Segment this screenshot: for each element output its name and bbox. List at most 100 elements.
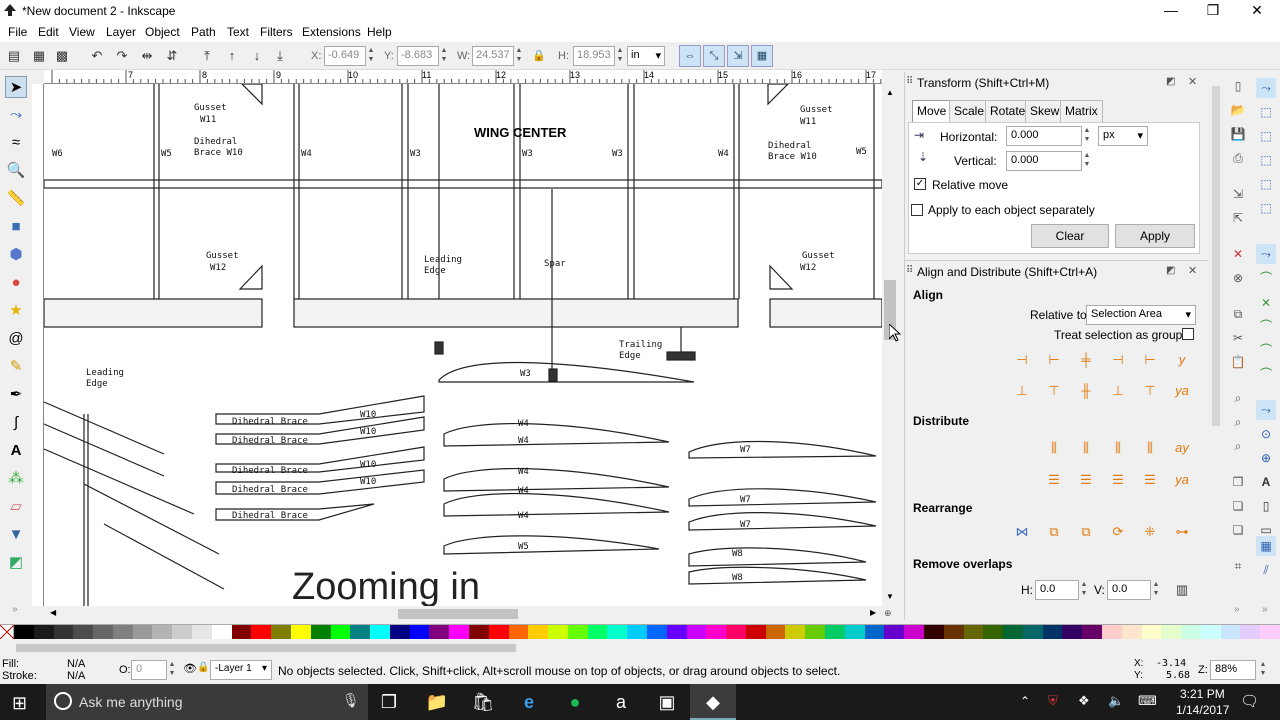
menu-path[interactable]: Path [191,25,216,39]
horizontal-spin[interactable]: ▲ ▼ [1082,126,1092,146]
color-swatch[interactable] [330,625,351,639]
3d-box-tool-icon[interactable]: ⬢ [5,244,27,266]
minimize-button[interactable]: — [1148,0,1194,22]
menu-filters[interactable]: Filters [260,25,293,39]
duplicate-icon[interactable]: ❐ [1228,472,1248,492]
snap-cusp-icon[interactable]: ⌒ [1256,316,1276,336]
color-swatch[interactable] [745,625,766,639]
y-field[interactable]: -8.683 [397,46,439,66]
color-swatch[interactable] [528,625,549,639]
scroll-up-icon[interactable]: ▲ [886,88,894,97]
exchange-clockwise-icon[interactable]: ⟳ [1106,520,1130,544]
edge-browser-icon[interactable]: e [506,684,552,720]
vertical-spin[interactable]: ▲ ▼ [1082,151,1092,171]
align-top-edge-icon[interactable]: ⊤ [1138,379,1162,403]
color-swatch[interactable] [1121,625,1142,639]
color-swatch[interactable] [508,625,529,639]
zoom-drawing-icon[interactable]: ⌕ [1228,412,1248,432]
rotate-cw-icon[interactable]: ↷ [113,47,131,65]
snap-bbox-corner-icon[interactable]: ⬚ [1256,150,1276,170]
y-spin[interactable]: ▲ ▼ [439,46,449,66]
color-swatch[interactable] [389,625,410,639]
color-swatch[interactable] [587,625,608,639]
color-swatch[interactable] [33,625,54,639]
snap-midpoint-icon[interactable]: ⌒ [1256,364,1276,384]
distribute-baseline-h-icon[interactable]: ay [1170,436,1194,460]
align-left-icon[interactable]: ⊢ [1042,348,1066,372]
raise-icon[interactable]: ↑ [223,47,241,65]
snap-others-icon[interactable]: ⤳ [1256,400,1276,420]
snap-guide-icon[interactable]: ⫽ [1256,560,1276,580]
snap-intersections-icon[interactable]: ⨯ [1256,292,1276,312]
volume-mute-icon[interactable]: 🔈 [1108,693,1124,709]
color-swatch[interactable] [172,625,193,639]
snap-nodes-icon[interactable]: ⤳ [1256,244,1276,264]
color-swatch[interactable] [1220,625,1241,639]
clock-time[interactable]: 3:21 PM [1180,687,1225,701]
layer-visibility-icon[interactable]: 👁 [183,662,197,675]
color-swatch[interactable] [805,625,826,639]
rotate-ccw-icon[interactable]: ↶ [88,47,106,65]
opacity-spin[interactable]: ▲ ▼ [167,660,177,680]
scroll-down-icon[interactable]: ▼ [886,592,894,601]
star-tool-icon[interactable]: ★ [5,300,27,322]
microphone-icon[interactable]: 🎙 [342,692,360,709]
layer-select[interactable]: -Layer 1 ▾ [210,660,272,680]
snap-bbox-icon[interactable]: ⬚ [1256,102,1276,122]
spotify-icon[interactable]: ● [552,684,598,720]
dock-scrollbar[interactable] [1212,86,1220,426]
apply-each-checkbox[interactable] [911,204,923,216]
move-unit-select[interactable]: px ▾ [1098,126,1148,146]
clock-date[interactable]: 1/14/2017 [1176,703,1229,717]
vertical-input[interactable]: 0.000 [1006,151,1082,171]
task-view-icon[interactable]: ❐ [366,684,412,720]
palette-scroll-thumb[interactable] [16,644,516,652]
select-all-icon[interactable]: ▤ [5,47,23,65]
color-swatch[interactable] [1062,625,1083,639]
tab-matrix[interactable]: Matrix [1060,100,1103,122]
lock-icon[interactable]: 🔒 [530,47,548,65]
unclump-icon[interactable]: ⊶ [1170,520,1194,544]
color-swatch[interactable] [1042,625,1063,639]
distribute-bottom-icon[interactable]: ☰ [1106,468,1130,492]
color-swatch[interactable] [132,625,153,639]
move-patterns-icon[interactable]: ▦ [751,45,773,67]
eraser-tool-icon[interactable]: ▱ [5,496,27,518]
color-swatch[interactable] [983,625,1004,639]
h-field[interactable]: 18.953 [573,46,615,66]
snap-centers-icon[interactable]: ⊙ [1256,424,1276,444]
color-swatch[interactable] [231,625,252,639]
color-swatch[interactable] [884,625,905,639]
rectangle-tool-icon[interactable]: ■ [5,216,27,238]
panel-iconify-icon[interactable]: ◩ [1166,265,1175,276]
snap-bbox-midpoint-icon[interactable]: ⬚ [1256,174,1276,194]
color-swatch[interactable] [370,625,390,639]
color-swatch[interactable] [686,625,707,639]
scale-corners-icon[interactable]: ⤡ [703,45,725,67]
remote-desktop-icon[interactable]: ▣ [644,684,690,720]
snap-paths-icon[interactable]: ⌒ [1256,268,1276,288]
maximize-button[interactable]: ❐ [1190,0,1236,22]
tab-rotate[interactable]: Rotate [985,100,1031,122]
distribute-right-icon[interactable]: ⫼ [1106,436,1130,460]
color-swatch[interactable] [943,625,964,639]
distribute-center-h-icon[interactable]: ⫼ [1074,436,1098,460]
cortana-search-box[interactable]: Ask me anything 🎙 [46,684,368,720]
pen-tool-icon[interactable]: ✒ [5,384,27,406]
windows-start-icon[interactable]: ⊞ [12,693,27,714]
keyboard-icon[interactable]: ⌨ [1138,693,1157,709]
exchange-positions-icon[interactable]: ⧉ [1042,520,1066,544]
color-swatch[interactable] [844,625,865,639]
bucket-tool-icon[interactable]: ▼ [5,524,27,546]
color-swatch[interactable] [1161,625,1182,639]
scale-stroke-icon[interactable]: ⇔ [679,45,701,67]
color-swatch[interactable] [706,625,727,639]
menu-edit[interactable]: Edit [38,25,59,39]
scroll-left-icon[interactable]: ◀ [50,608,56,617]
node-tool-icon[interactable]: ⤳ [5,104,27,126]
color-swatch[interactable] [53,625,74,639]
color-swatch[interactable] [192,625,212,639]
opacity-input[interactable]: 0 [131,660,167,680]
open-icon[interactable]: 📂 [1228,100,1248,120]
palette-scrollbar[interactable] [0,640,1280,656]
